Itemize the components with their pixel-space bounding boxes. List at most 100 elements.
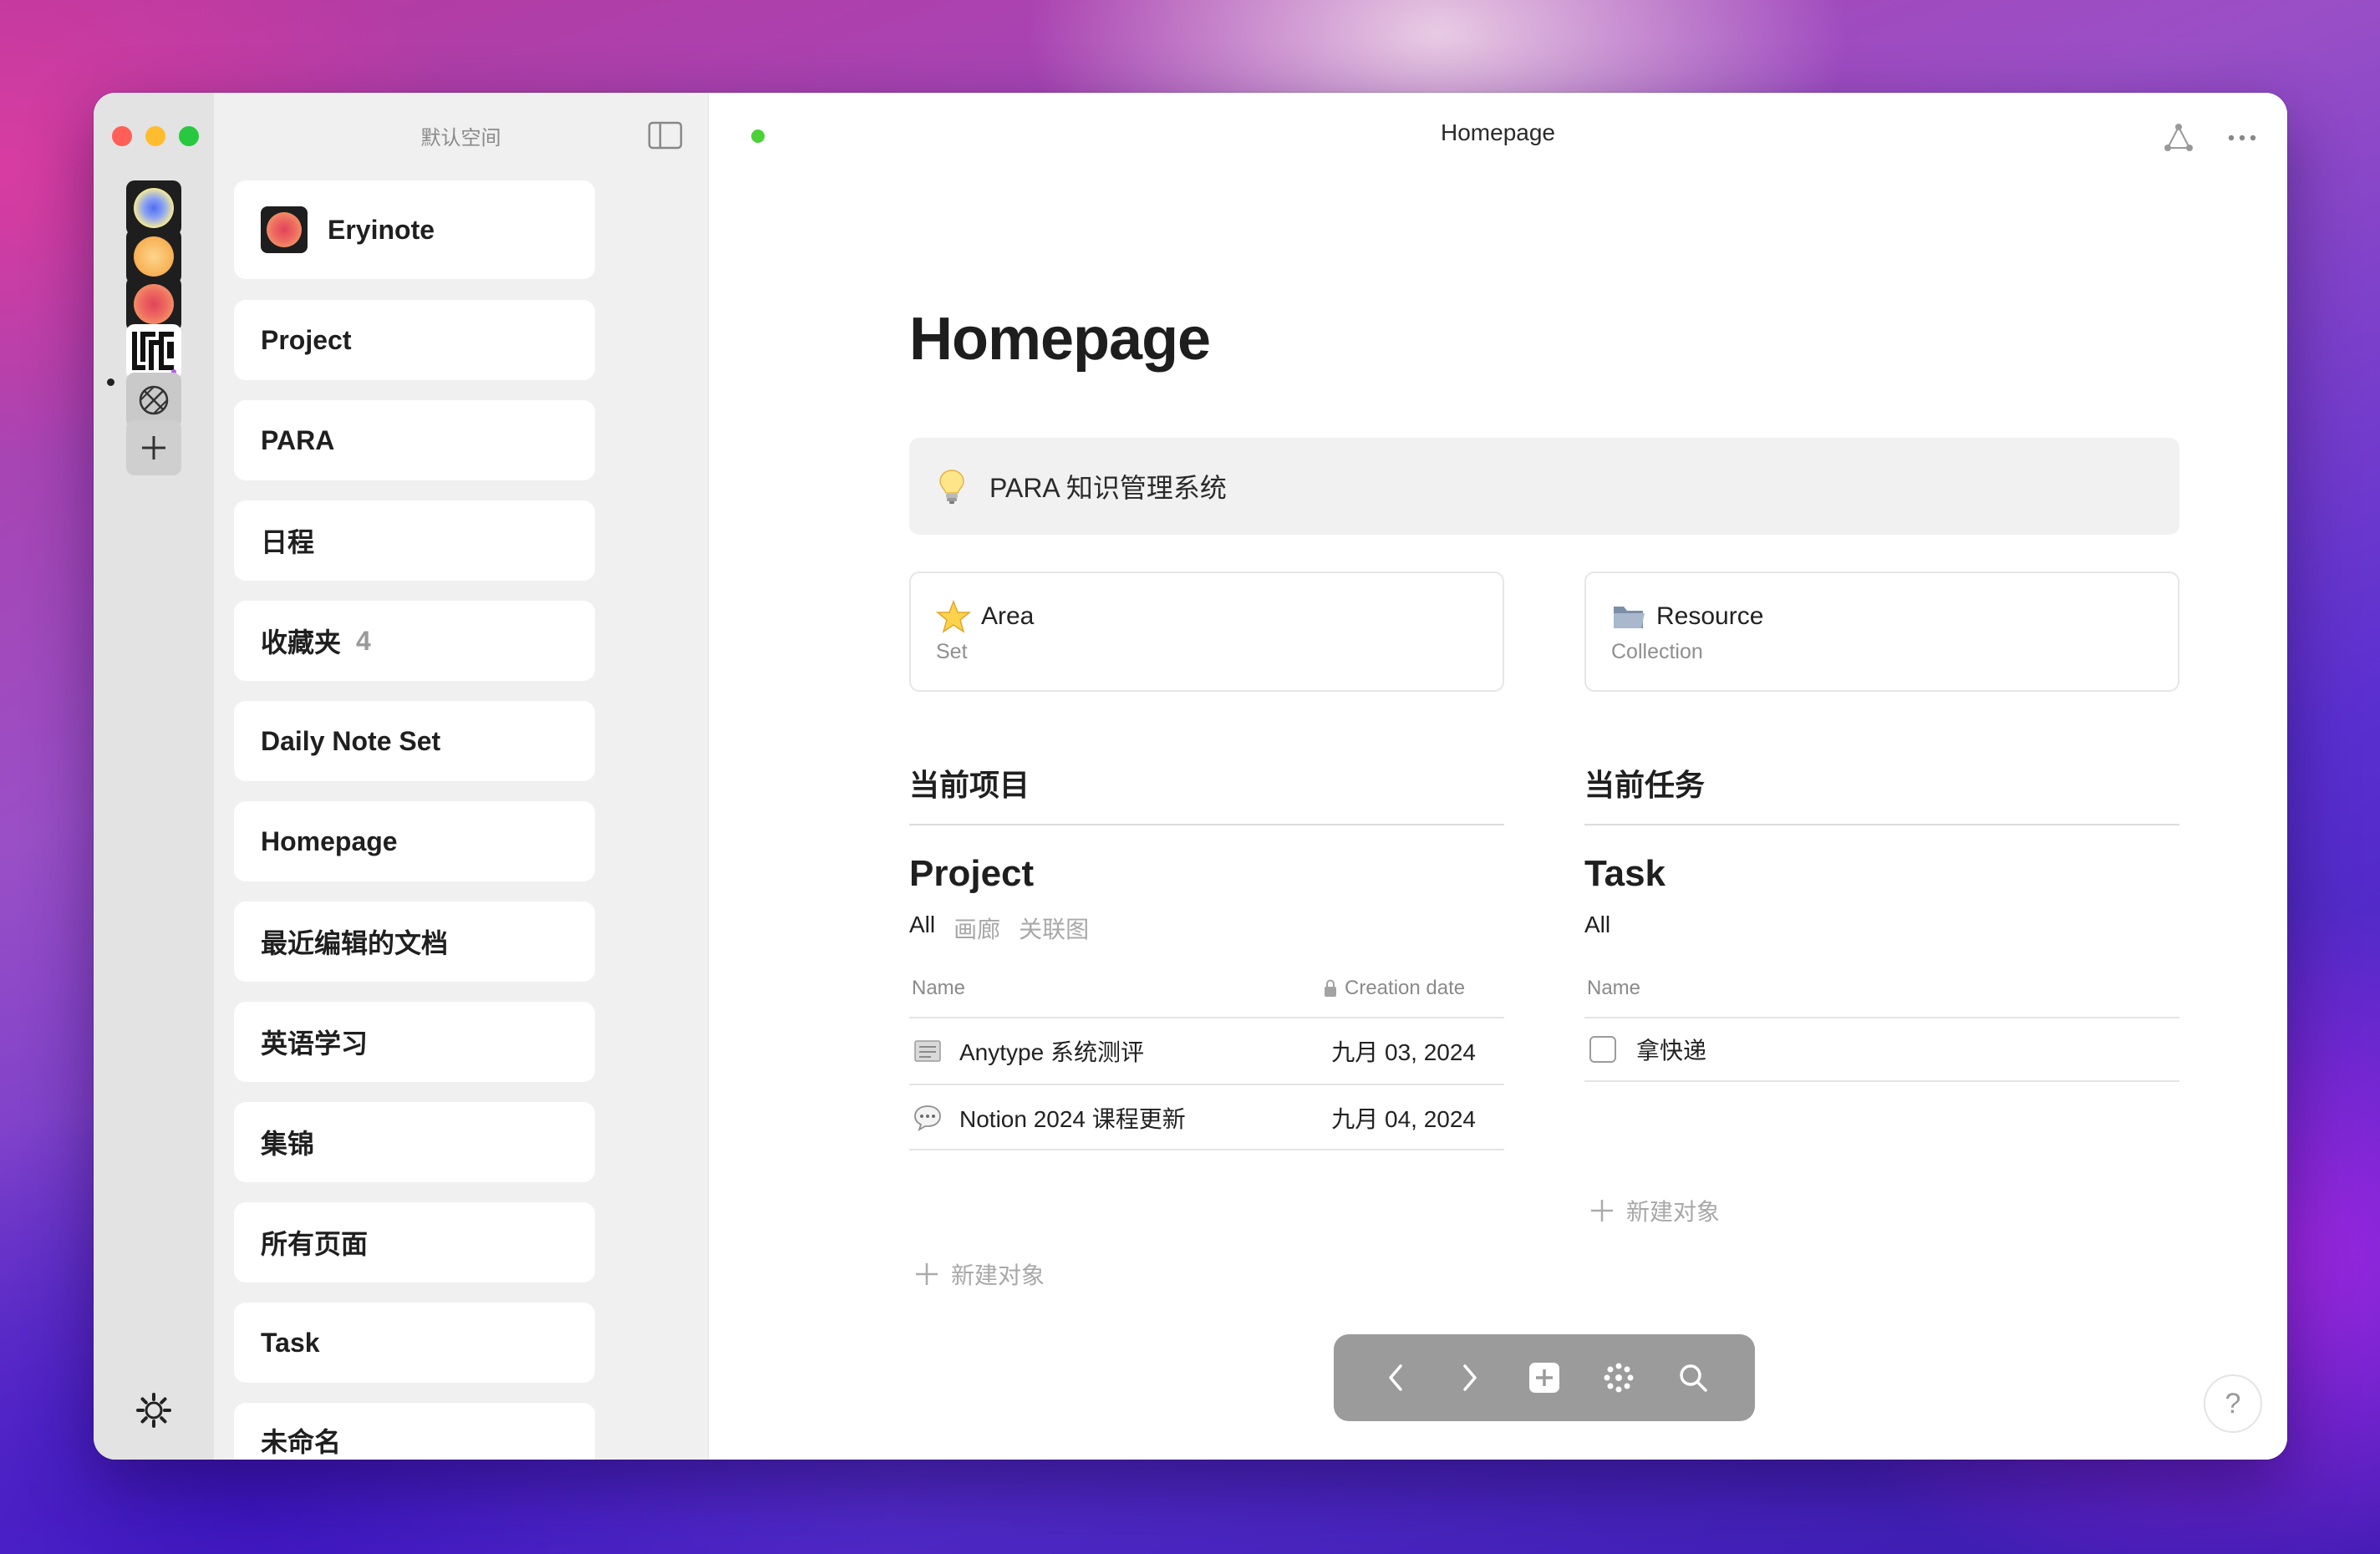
- tab-all[interactable]: All: [1584, 912, 1610, 938]
- navigation-bar: [1334, 1334, 1755, 1421]
- sidebar-toggle-icon[interactable]: [648, 121, 683, 150]
- table-row[interactable]: Notion 2024 课程更新 九月 04, 2024: [909, 1085, 1504, 1150]
- speech-bubble-icon: [914, 1105, 941, 1131]
- tab-graph[interactable]: 关联图: [1019, 912, 1089, 945]
- callout-block[interactable]: PARA 知识管理系统: [909, 438, 2179, 535]
- sidebar-item-all-pages[interactable]: 所有页面: [234, 1202, 595, 1282]
- sidebar-item-label: Daily Note Set: [261, 725, 441, 756]
- main-content: Homepage Homepage PARA 知识管理系统 Area Set R…: [709, 93, 2287, 1460]
- sidebar-item-label: PARA: [261, 424, 335, 455]
- more-options-icon[interactable]: [2225, 121, 2259, 155]
- column-header-creation-date[interactable]: Creation date: [1323, 977, 1465, 1000]
- current-projects-heading: 当前项目: [909, 768, 1030, 802]
- sidebar-item-homepage[interactable]: Homepage: [234, 801, 595, 881]
- create-object-button[interactable]: [1524, 1358, 1564, 1398]
- search-button[interactable]: [1673, 1358, 1713, 1398]
- new-object-button[interactable]: 新建对象: [1589, 1194, 1720, 1227]
- plus-icon: [916, 1263, 938, 1285]
- lfc-logo-icon: [132, 332, 176, 374]
- sidebar-item-english[interactable]: 英语学习: [234, 1002, 595, 1082]
- resource-card[interactable]: Resource Collection: [1584, 571, 2179, 692]
- row-name: Anytype 系统测评: [959, 1039, 1144, 1065]
- table-divider: [909, 1149, 1504, 1150]
- section-divider: [909, 824, 1504, 825]
- minimize-window-button[interactable]: [145, 126, 165, 146]
- space-lfc[interactable]: [126, 324, 181, 379]
- back-button[interactable]: [1376, 1358, 1416, 1398]
- sidebar-item-project[interactable]: Project: [234, 300, 595, 380]
- crossed-circle-icon: [139, 385, 169, 415]
- page-title[interactable]: Homepage: [909, 305, 1211, 373]
- sidebar-item-label: 最近编辑的文档: [261, 928, 449, 958]
- plus-icon: [1591, 1200, 1613, 1221]
- section-divider: [1584, 824, 2179, 825]
- current-tasks-heading: 当前任务: [1584, 768, 1706, 802]
- task-checkbox[interactable]: [1589, 1036, 1616, 1063]
- column-header-name[interactable]: Name: [1587, 977, 1640, 1000]
- tab-gallery[interactable]: 画廊: [954, 912, 1000, 945]
- column-header-label: Creation date: [1345, 977, 1466, 999]
- new-object-label: 新建对象: [1626, 1199, 1721, 1225]
- project-set-title[interactable]: Project: [909, 853, 1034, 895]
- sidebar-item-label: 所有页面: [261, 1229, 369, 1259]
- forward-icon: [1463, 1364, 1477, 1391]
- back-icon: [1389, 1364, 1403, 1391]
- graph-icon[interactable]: [2162, 121, 2195, 155]
- forward-button[interactable]: [1450, 1358, 1490, 1398]
- sidebar-item-label: 英语学习: [261, 1028, 369, 1059]
- row-name: 拿快递: [1636, 1038, 1707, 1064]
- add-icon: [1528, 1363, 1559, 1393]
- sidebar-item-label: 集锦: [261, 1129, 315, 1159]
- area-card-title: Area: [981, 602, 1035, 630]
- row-date: 九月 03, 2024: [1331, 1039, 1476, 1065]
- tab-all[interactable]: All: [909, 912, 935, 945]
- sidebar-item-para[interactable]: PARA: [234, 400, 595, 480]
- table-divider: [1584, 1080, 2179, 1082]
- sidebar-item-daily-note-set[interactable]: Daily Note Set: [234, 701, 595, 781]
- help-button[interactable]: ?: [2204, 1374, 2262, 1433]
- new-object-button[interactable]: 新建对象: [914, 1257, 1045, 1291]
- add-space-button[interactable]: [126, 420, 181, 475]
- star-icon: [936, 600, 971, 633]
- project-view-tabs: All 画廊 关联图: [909, 912, 1089, 945]
- sidebar-item-label: Homepage: [261, 825, 398, 856]
- task-set-title[interactable]: Task: [1584, 853, 1665, 895]
- settings-gear-icon[interactable]: [134, 1390, 174, 1430]
- task-view-tabs: All: [1584, 912, 1610, 938]
- sidebar-item-label: 收藏夹: [261, 627, 342, 658]
- sidebar-item-collection[interactable]: 集锦: [234, 1102, 595, 1182]
- table-row[interactable]: Anytype 系统测评 九月 03, 2024: [909, 1018, 1504, 1084]
- space-name: 默认空间: [420, 127, 501, 150]
- plus-icon: [142, 436, 165, 460]
- favorites-count: 4: [356, 625, 371, 656]
- column-header-name[interactable]: Name: [912, 977, 965, 1000]
- lightbulb-icon: [939, 470, 964, 504]
- area-card[interactable]: Area Set: [909, 571, 1504, 692]
- sidebar-item-task[interactable]: Task: [234, 1303, 595, 1383]
- sidebar-item-schedule[interactable]: 日程: [234, 500, 595, 581]
- graph-view-button[interactable]: [1599, 1358, 1639, 1398]
- row-date: 九月 04, 2024: [1331, 1106, 1476, 1132]
- sidebar-item-eryinote[interactable]: Eryinote: [234, 180, 595, 279]
- window-title: Homepage: [1441, 119, 1555, 145]
- close-window-button[interactable]: [112, 126, 132, 146]
- graph-dots-icon: [1604, 1363, 1634, 1393]
- table-row[interactable]: 拿快递: [1584, 1018, 2179, 1080]
- space-blue-orb[interactable]: [126, 180, 181, 236]
- search-icon: [1679, 1364, 1707, 1392]
- lock-icon: [1325, 979, 1336, 997]
- area-card-subtitle: Set: [936, 640, 968, 663]
- zoom-window-button[interactable]: [179, 126, 199, 146]
- sidebar-item-label: 日程: [261, 527, 315, 557]
- red-orb-icon: [261, 206, 308, 253]
- sidebar-item-recent-docs[interactable]: 最近编辑的文档: [234, 901, 595, 982]
- active-space-indicator: [107, 378, 114, 386]
- new-object-label: 新建对象: [951, 1262, 1045, 1288]
- sidebar-item-favorites[interactable]: 收藏夹 4: [234, 601, 595, 681]
- sidebar-item-untitled[interactable]: 未命名: [234, 1403, 595, 1460]
- resource-card-title: Resource: [1656, 602, 1764, 630]
- resource-card-subtitle: Collection: [1611, 640, 1703, 663]
- yellow-orb-icon: [134, 236, 174, 277]
- red-orb-icon: [134, 284, 174, 324]
- sidebar-item-label: Project: [261, 324, 352, 355]
